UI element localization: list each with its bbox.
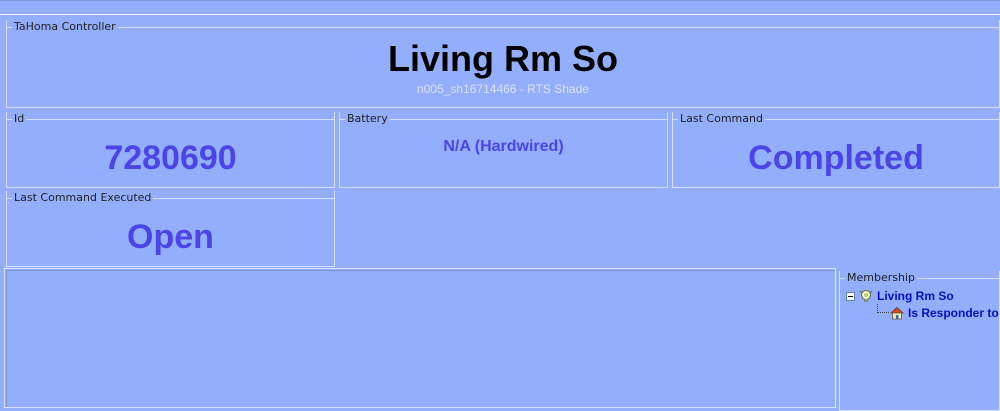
collapse-toggle-icon[interactable] xyxy=(846,291,855,301)
battery-group-legend: Battery xyxy=(345,112,390,126)
battery-group: Battery N/A (Hardwired) xyxy=(339,112,668,188)
battery-value: N/A (Hardwired) xyxy=(443,138,564,155)
last-command-group-legend: Last Command xyxy=(678,112,765,126)
top-toolbar-strip-inner xyxy=(0,0,1000,14)
controller-group: TaHoma Controller Living Rm So n005_sh16… xyxy=(6,20,1000,108)
tree-node-living-rm-so[interactable]: Living Rm So xyxy=(846,288,954,304)
tree-connector-line xyxy=(877,304,889,313)
device-name-title: Living Rm So xyxy=(387,38,618,79)
content-pane[interactable] xyxy=(4,268,836,408)
id-group-legend: Id xyxy=(12,112,27,126)
membership-group: Membership Living Rm So Is Responder to xyxy=(839,271,1000,411)
top-toolbar-strip xyxy=(0,0,1000,15)
tree-node-is-responder-to[interactable]: Is Responder to xyxy=(890,305,999,321)
last-command-value: Completed xyxy=(748,139,924,177)
membership-group-legend: Membership xyxy=(845,271,917,285)
last-command-group: Last Command Completed xyxy=(672,112,1000,188)
scene-bulb-icon xyxy=(859,290,873,302)
device-subtitle: n005_sh16714466 - RTS Shade xyxy=(417,82,589,96)
id-group-border xyxy=(6,119,335,120)
content-pane-inner xyxy=(6,270,835,407)
tree-node-label: Is Responder to xyxy=(908,306,999,320)
house-icon xyxy=(890,306,904,320)
tree-node-label: Living Rm So xyxy=(877,289,954,303)
id-value: 7280690 xyxy=(104,139,237,177)
last-command-executed-group: Last Command Executed Open xyxy=(6,191,335,267)
last-command-executed-group-legend: Last Command Executed xyxy=(12,191,154,205)
controller-group-border xyxy=(6,27,1000,28)
controller-group-legend: TaHoma Controller xyxy=(12,20,118,34)
last-command-executed-value: Open xyxy=(127,218,214,256)
id-group: Id 7280690 xyxy=(6,112,335,188)
